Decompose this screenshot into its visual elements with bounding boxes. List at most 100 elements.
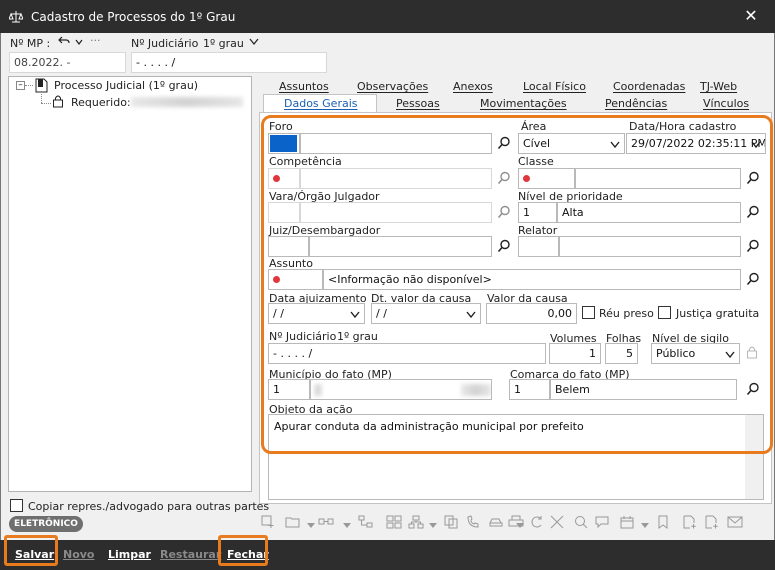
- novo-button[interactable]: Novo: [63, 544, 95, 566]
- valor-field[interactable]: 0,00: [486, 303, 577, 324]
- competencia-code-field[interactable]: [268, 168, 300, 189]
- toolbar-dropdown-icon[interactable]: [429, 519, 443, 533]
- grau-label: 1º grau: [337, 330, 378, 343]
- chevron-down-icon[interactable]: [249, 36, 259, 49]
- tab-local-fisico[interactable]: Local Físico: [523, 80, 586, 93]
- classe-code-field[interactable]: [518, 168, 575, 189]
- tab-coordenadas[interactable]: Coordenadas: [613, 80, 685, 93]
- volumes-field[interactable]: 1: [549, 343, 601, 364]
- toolbar-link-icon[interactable]: [318, 515, 334, 529]
- judiciario-number-field[interactable]: - . . . . /: [268, 343, 546, 364]
- toolbar-doc-add-icon[interactable]: [683, 515, 697, 529]
- area-value: Cível: [523, 137, 551, 150]
- dropdown-small-icon[interactable]: [75, 36, 83, 49]
- toolbar-dropdown-icon[interactable]: [641, 519, 655, 533]
- foro-name-field[interactable]: [300, 133, 492, 154]
- toolbar-dropdown-icon[interactable]: [516, 519, 530, 533]
- tab-dados-gerais[interactable]: Dados Gerais: [284, 97, 358, 110]
- municipio-name-field[interactable]: [310, 379, 492, 400]
- vara-name-field[interactable]: [300, 202, 492, 223]
- tree-root-label[interactable]: Processo Judicial (1º grau): [54, 79, 198, 92]
- grau-label-top: 1º grau: [203, 37, 244, 50]
- vara-code-field[interactable]: [268, 202, 300, 223]
- comarca-code-field[interactable]: 1: [509, 379, 550, 400]
- objeto-textarea[interactable]: Apurar conduta da administração municipa…: [268, 414, 764, 500]
- competencia-search-icon[interactable]: [497, 171, 511, 185]
- justica-gratuita-checkbox[interactable]: [658, 306, 671, 319]
- assunto-name-field[interactable]: <Informação não disponível>: [323, 269, 741, 290]
- prioridade-search-icon[interactable]: [746, 205, 760, 219]
- municipio-code-field[interactable]: 1: [268, 379, 310, 400]
- undo-icon[interactable]: [58, 35, 70, 50]
- data-cadastro-value: 29/07/2022 02:35:11 PM: [631, 137, 766, 150]
- toolbar-phone-icon[interactable]: [466, 515, 480, 529]
- comarca-search-icon[interactable]: [746, 382, 760, 396]
- area-select[interactable]: Cível: [518, 133, 625, 154]
- tab-observacoes[interactable]: Observações: [357, 80, 428, 93]
- comarca-name-field[interactable]: Belem: [550, 379, 737, 400]
- limpar-button[interactable]: Limpar: [108, 544, 151, 566]
- justica-gratuita-label: Justiça gratuita: [676, 307, 760, 320]
- toolbar-bookmark-icon[interactable]: [656, 515, 670, 529]
- toolbar-dropdown-icon[interactable]: [343, 519, 357, 533]
- chevron-down-icon: [466, 311, 476, 319]
- data-ajuizamento-field[interactable]: / /: [268, 303, 365, 324]
- dt-valor-field[interactable]: / /: [371, 303, 481, 324]
- folhas-field[interactable]: 5: [605, 343, 638, 364]
- copiar-label: Copiar repres./advogado para outras part…: [28, 500, 270, 513]
- judiciario-number-field-top[interactable]: - . . . . /: [131, 52, 327, 73]
- toolbar-zoom-icon[interactable]: [574, 515, 588, 529]
- redacted-municipio-b: [461, 384, 491, 396]
- prioridade-code-field[interactable]: 1: [518, 202, 557, 223]
- window-close-icon[interactable]: ✕: [742, 7, 760, 25]
- classe-name-field[interactable]: [575, 168, 741, 189]
- juiz-name-field[interactable]: [309, 236, 492, 257]
- vara-search-icon[interactable]: [497, 205, 511, 219]
- assunto-code-field[interactable]: [268, 269, 323, 290]
- relator-code-field[interactable]: [518, 236, 559, 257]
- classe-search-icon[interactable]: [746, 171, 760, 185]
- data-cadastro-label: Data/Hora cadastro: [629, 120, 737, 133]
- juiz-code-field[interactable]: [268, 236, 309, 257]
- toolbar-add-icon[interactable]: [261, 515, 275, 529]
- salvar-button[interactable]: Salvar: [15, 544, 54, 566]
- toolbar-expand-icon[interactable]: [550, 515, 564, 529]
- juiz-search-icon[interactable]: [497, 239, 511, 253]
- reu-preso-checkbox[interactable]: [582, 306, 595, 319]
- toolbar-chat-icon[interactable]: [595, 515, 609, 529]
- toolbar-tree-icon[interactable]: [358, 515, 373, 529]
- foro-code-field[interactable]: [268, 133, 300, 154]
- toolbar-folder-icon[interactable]: [285, 515, 300, 529]
- foro-search-icon[interactable]: [497, 136, 511, 150]
- data-cadastro-field[interactable]: 29/07/2022 02:35:11 PM: [626, 133, 766, 154]
- sigilo-select[interactable]: Público: [651, 343, 740, 364]
- tab-anexos[interactable]: Anexos: [453, 80, 493, 93]
- tree-child-label[interactable]: Requerido:: [71, 96, 131, 109]
- toolbar-grid-icon[interactable]: [386, 515, 402, 529]
- restaurar-button[interactable]: Restaurar: [160, 544, 221, 566]
- fechar-button[interactable]: Fechar: [227, 544, 269, 566]
- toolbar-mail-icon[interactable]: [727, 515, 743, 529]
- toolbar-refresh-icon[interactable]: [529, 515, 543, 529]
- mp-number-field[interactable]: 08.2022. -: [9, 52, 126, 73]
- tab-pessoas[interactable]: Pessoas: [396, 97, 440, 110]
- toolbar-calendar-icon[interactable]: [620, 515, 634, 529]
- objeto-scrollbar[interactable]: [745, 415, 763, 499]
- tab-pendencias[interactable]: Pendências: [605, 97, 667, 110]
- competencia-name-field[interactable]: [300, 168, 492, 189]
- toolbar-car-icon[interactable]: [488, 515, 503, 529]
- toolbar-doc-add2-icon[interactable]: [705, 515, 719, 529]
- tab-assuntos[interactable]: Assuntos: [279, 80, 329, 93]
- more-icon[interactable]: ···: [90, 34, 101, 47]
- relator-name-field[interactable]: [559, 236, 741, 257]
- tab-movimentacoes[interactable]: Movimentações: [480, 97, 567, 110]
- assunto-search-icon[interactable]: [746, 272, 760, 286]
- copiar-checkbox[interactable]: [10, 499, 23, 512]
- toolbar-network-icon[interactable]: [408, 515, 424, 529]
- toolbar-copy-icon[interactable]: [444, 515, 458, 529]
- prioridade-name-field[interactable]: Alta: [557, 202, 741, 223]
- tab-tj-web[interactable]: TJ-Web: [700, 80, 737, 93]
- tab-vinculos[interactable]: Vínculos: [703, 97, 749, 110]
- tree-collapse-icon[interactable]: –: [16, 81, 25, 90]
- relator-search-icon[interactable]: [746, 239, 760, 253]
